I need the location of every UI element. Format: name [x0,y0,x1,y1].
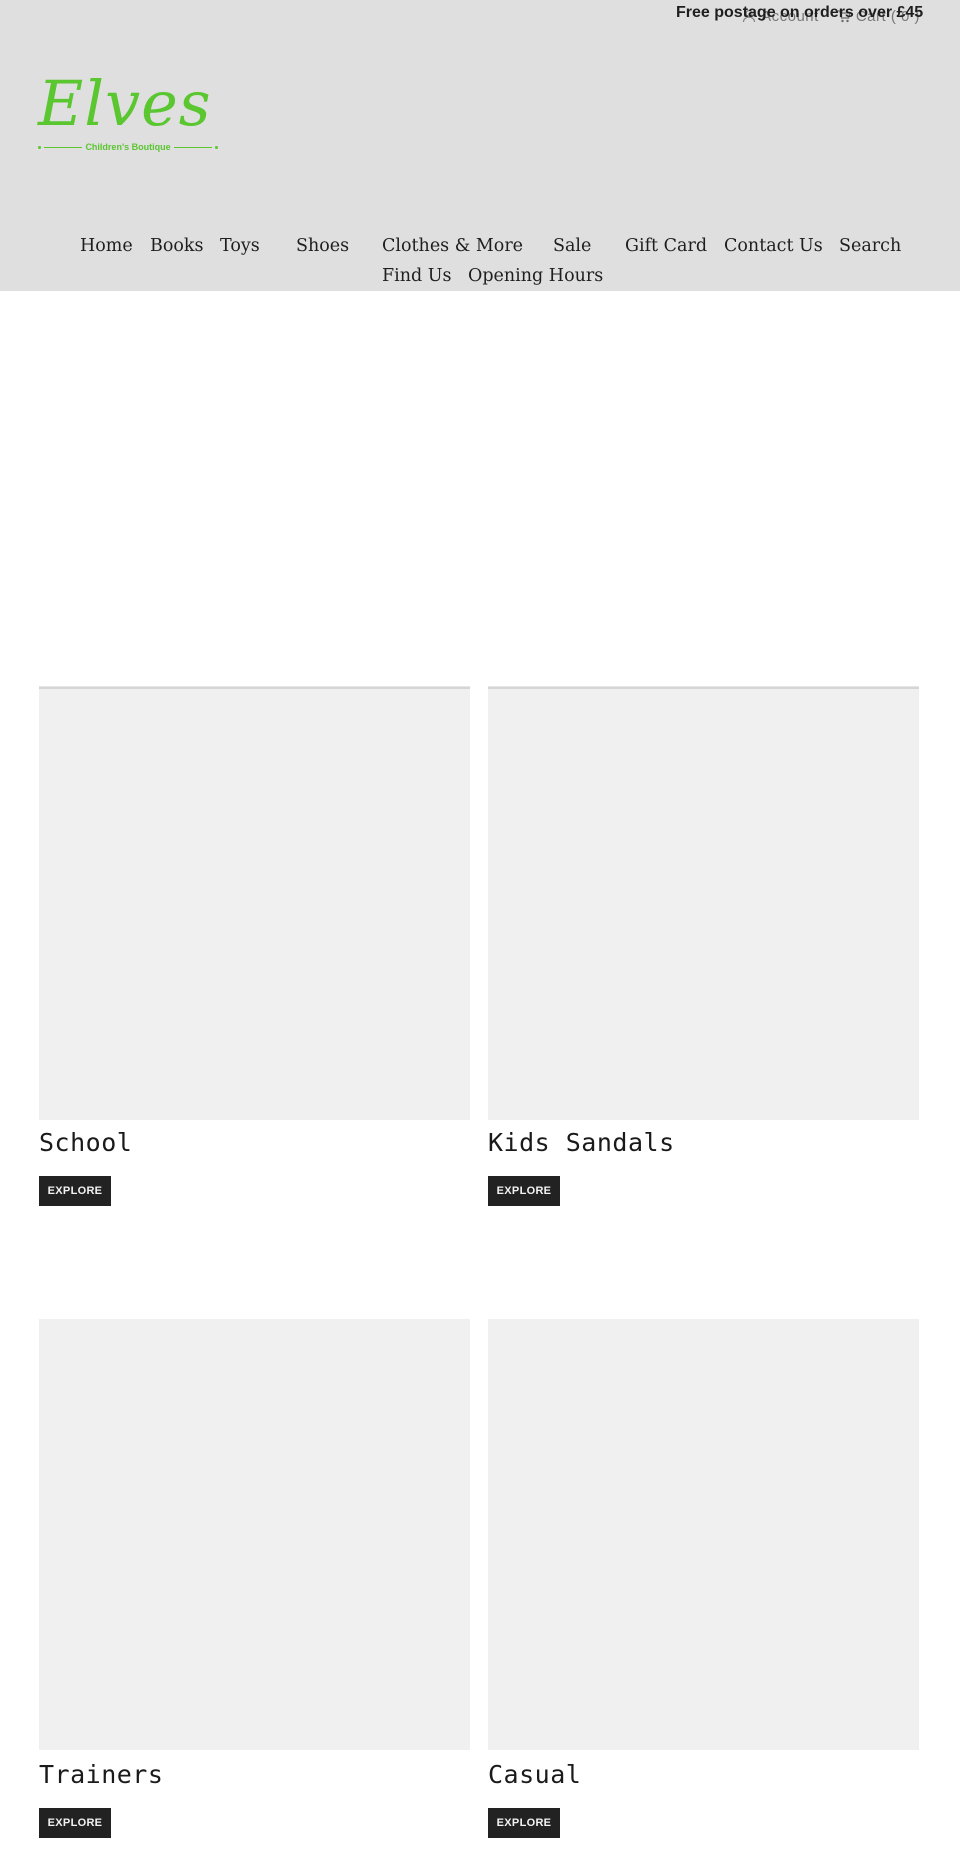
logo-wordmark: Elves [38,67,212,140]
collection-image-school[interactable] [39,687,470,1120]
logo-tagline-row: Children's Boutique [38,140,219,154]
site-logo[interactable]: Elves Children's Boutique [38,68,219,154]
collection-title-kids-sandals[interactable]: Kids Sandals [488,1128,675,1157]
collection-title-casual[interactable]: Casual [488,1760,581,1789]
collection-image-trainers[interactable] [39,1319,470,1750]
collection-image-kids-sandals[interactable] [488,687,919,1120]
collection-title-school[interactable]: School [39,1128,132,1157]
collection-title-trainers[interactable]: Trainers [39,1760,163,1789]
nav-item-gift-card[interactable]: Gift Card [625,236,707,256]
nav-item-opening-hours[interactable]: Opening Hours [468,266,603,286]
logo-divider [44,146,83,148]
nav-item-clothes-more[interactable]: Clothes & More [382,236,523,256]
nav-item-search[interactable]: Search [839,236,901,256]
nav-item-contact-us[interactable]: Contact Us [724,236,823,256]
explore-button-casual[interactable]: EXPLORE [488,1808,560,1838]
logo-dot [38,145,41,149]
collection-image-casual[interactable] [488,1319,919,1750]
nav-item-home[interactable]: Home [80,236,133,256]
logo-divider [173,146,213,148]
explore-button-kids-sandals[interactable]: EXPLORE [488,1176,560,1206]
nav-item-sale[interactable]: Sale [553,236,591,256]
explore-button-trainers[interactable]: EXPLORE [39,1808,111,1838]
nav-item-shoes[interactable]: Shoes [296,236,349,256]
nav-item-books[interactable]: Books [150,236,204,256]
free-postage-banner: Free postage on orders over £45 [676,4,924,21]
nav-item-toys[interactable]: Toys [220,236,260,256]
nav-item-find-us[interactable]: Find Us [382,266,452,286]
logo-tagline: Children's Boutique [85,142,171,152]
explore-button-school[interactable]: EXPLORE [39,1176,111,1206]
site-header: Account Cart ( 0 ) Free postage on order… [0,0,960,291]
logo-dot [215,145,219,149]
